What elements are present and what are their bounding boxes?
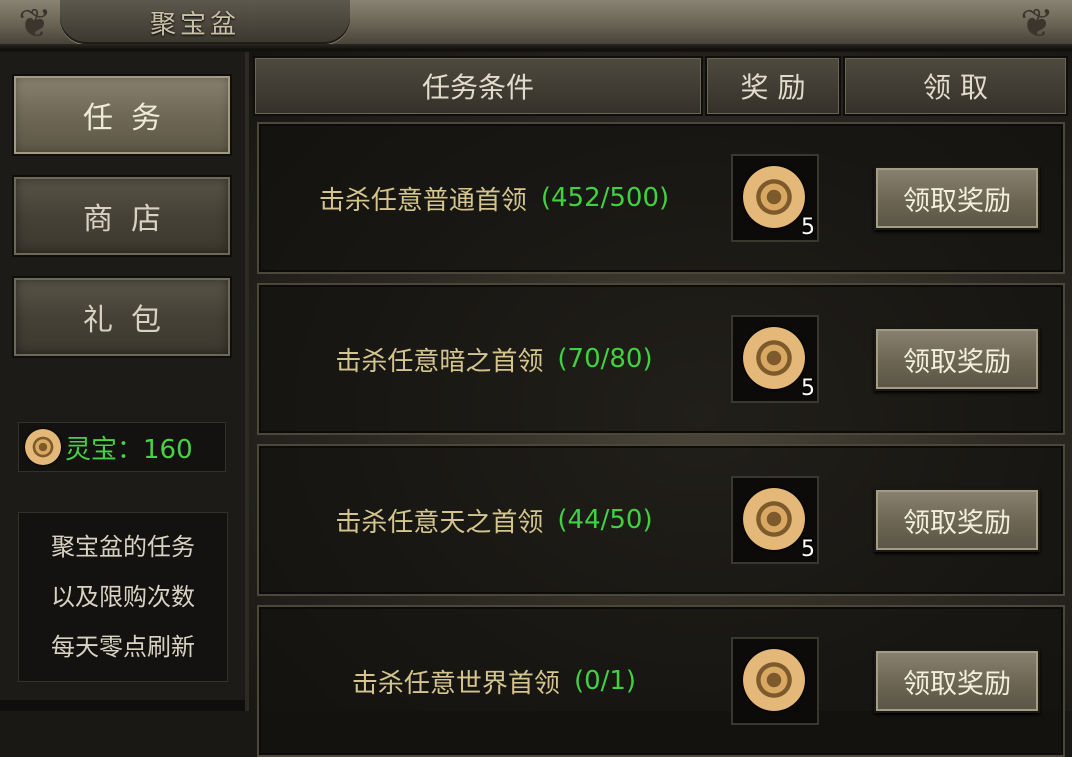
reward-count: 5 — [801, 215, 815, 240]
info-panel: 聚宝盆的任务 以及限购次数 每天零点刷新 — [18, 512, 228, 682]
task-description: 击杀任意暗之首领 (70/80) — [259, 285, 729, 433]
reward-slot[interactable]: 5 — [731, 476, 819, 564]
reward-count: 5 — [801, 537, 815, 562]
currency-display: 灵宝：160 — [18, 422, 226, 472]
jade-coin-icon — [743, 488, 805, 550]
task-description: 击杀任意天之首领 (44/50) — [259, 446, 729, 594]
jade-coin-icon — [743, 166, 805, 228]
task-progress: (452/500) — [540, 183, 670, 213]
claim-reward-button[interactable]: 领取奖励 — [874, 327, 1040, 391]
claim-reward-button[interactable]: 领取奖励 — [874, 166, 1040, 230]
tab-gift-pack[interactable]: 礼包 — [12, 276, 232, 358]
header-condition: 任务条件 — [253, 56, 703, 116]
task-description: 击杀任意世界首领 (0/1) — [259, 607, 729, 755]
header-reward: 奖 励 — [705, 56, 841, 116]
jade-coin-icon — [743, 649, 805, 711]
claim-reward-button[interactable]: 领取奖励 — [874, 649, 1040, 713]
task-name: 击杀任意暗之首领 — [335, 346, 544, 377]
task-row: 击杀任意世界首领 (0/1) 领取奖励 — [257, 605, 1065, 757]
sidebar: 任务 商店 礼包 灵宝：160 聚宝盆的任务 以及限购次数 每天零点刷新 — [0, 52, 249, 711]
reward-slot[interactable] — [731, 637, 819, 725]
task-name: 击杀任意天之首领 — [335, 507, 544, 538]
header-claim: 领 取 — [843, 56, 1068, 116]
reward-slot[interactable]: 5 — [731, 154, 819, 242]
reward-count: 5 — [801, 376, 815, 401]
claim-reward-button[interactable]: 领取奖励 — [874, 488, 1040, 552]
currency-amount: 灵宝：160 — [65, 434, 193, 465]
sidebar-divider — [0, 700, 245, 711]
info-line: 聚宝盆的任务 — [51, 533, 195, 561]
task-progress: (44/50) — [557, 505, 653, 535]
tab-tasks[interactable]: 任务 — [12, 74, 232, 156]
dragon-ornament-icon: ❦ — [1020, 1, 1054, 47]
tab-shop[interactable]: 商店 — [12, 175, 232, 257]
task-panel: 任务条件 奖 励 领 取 击杀任意普通首领 (452/500) 5 领取奖励 击… — [249, 52, 1072, 757]
jade-coin-icon — [743, 327, 805, 389]
info-line: 以及限购次数 — [51, 583, 195, 611]
task-progress: (70/80) — [557, 344, 653, 374]
info-line: 每天零点刷新 — [51, 633, 195, 661]
jade-coin-icon — [25, 429, 61, 465]
task-description: 击杀任意普通首领 (452/500) — [259, 124, 729, 272]
task-row: 击杀任意天之首领 (44/50) 5 领取奖励 — [257, 444, 1065, 596]
window-title: 聚宝盆 — [150, 10, 241, 40]
task-row: 击杀任意暗之首领 (70/80) 5 领取奖励 — [257, 283, 1065, 435]
task-name: 击杀任意世界首领 — [351, 668, 560, 699]
task-name: 击杀任意普通首领 — [318, 185, 527, 216]
task-progress: (0/1) — [573, 666, 637, 696]
window-frame: ❦ 聚宝盆 ❦ — [0, 0, 1072, 52]
task-row: 击杀任意普通首领 (452/500) 5 领取奖励 — [257, 122, 1065, 274]
reward-slot[interactable]: 5 — [731, 315, 819, 403]
